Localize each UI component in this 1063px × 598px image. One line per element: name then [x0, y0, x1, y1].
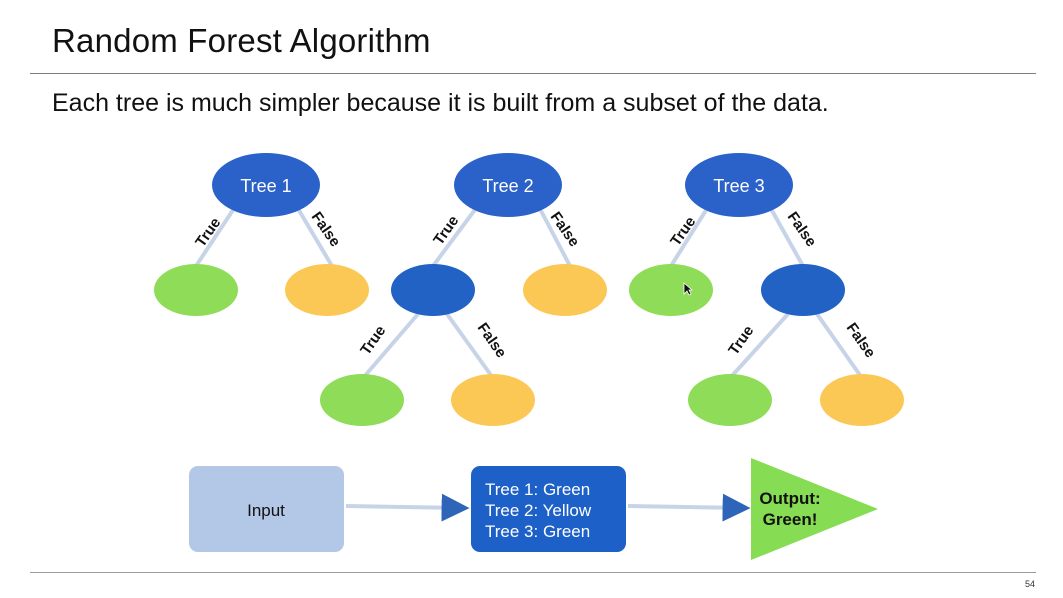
tree-3-root-label: Tree 3: [713, 176, 764, 196]
tree-1: Tree 1 True False: [154, 153, 369, 316]
tree-2-sub-leaf-yellow: [451, 374, 535, 426]
tree-3-internal-node: [761, 264, 845, 316]
mouse-cursor-icon: [683, 282, 693, 296]
result-tree-1: Tree 1: Green: [485, 480, 590, 499]
tree-2-sub-false-label: False: [474, 320, 510, 361]
output-label-line-1: Output:: [759, 489, 820, 508]
arrow-results-to-output: [627, 493, 751, 522]
footer-divider: [30, 572, 1036, 573]
tree-2-root-label: Tree 2: [482, 176, 533, 196]
tree-2-internal-node: [391, 264, 475, 316]
tree-3-sub-leaf-yellow: [820, 374, 904, 426]
prediction-flow: Input Tree 1: Green Tree 2: Yellow Tree …: [189, 458, 878, 560]
tree-3-leaf-green: [629, 264, 713, 316]
tree-2-sub-leaf-green: [320, 374, 404, 426]
result-tree-3: Tree 3: Green: [485, 522, 590, 541]
input-label: Input: [247, 501, 285, 520]
tree-1-root-label: Tree 1: [240, 176, 291, 196]
tree-3-sub-leaf-green: [688, 374, 772, 426]
tree-1-leaf-green: [154, 264, 238, 316]
output-label-line-2: Green!: [763, 510, 818, 529]
random-forest-diagram: Tree 1 True False Tree 2 True False True…: [154, 153, 904, 560]
output-triangle: [751, 458, 878, 560]
result-tree-2: Tree 2: Yellow: [485, 501, 592, 520]
tree-1-leaf-yellow: [285, 264, 369, 316]
tree-2-leaf-yellow: [523, 264, 607, 316]
tree-1-false-label: False: [308, 209, 344, 250]
page-number: 54: [1024, 579, 1035, 589]
arrow-input-to-results: [345, 493, 470, 522]
tree-3: Tree 3 True False True False: [629, 153, 904, 426]
